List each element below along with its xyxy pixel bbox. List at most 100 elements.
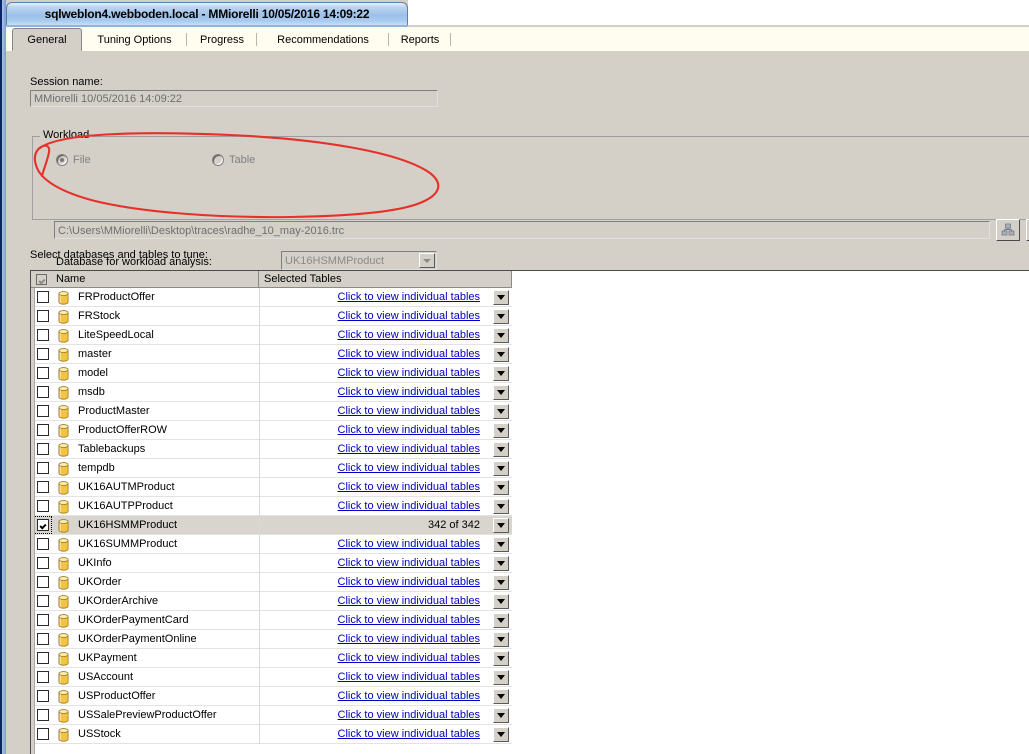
row-checkbox[interactable] — [37, 690, 49, 702]
view-individual-tables-link[interactable]: Click to view individual tables — [338, 329, 480, 341]
table-row[interactable]: LiteSpeedLocal Click to view individual t… — [31, 326, 512, 345]
table-row[interactable]: FRStock Click to view individual tables — [31, 307, 512, 326]
row-checkbox[interactable] — [37, 310, 49, 322]
view-individual-tables-link[interactable]: Click to view individual tables — [338, 348, 480, 360]
row-checkbox[interactable] — [37, 519, 49, 531]
radio-file[interactable]: File — [56, 154, 91, 166]
table-row[interactable]: UK16AUTMProduct Click to view individual … — [31, 478, 512, 497]
connection-properties-button[interactable] — [996, 219, 1020, 241]
table-row[interactable]: UKOrderArchive Click to view individual t… — [31, 592, 512, 611]
tab-progress[interactable]: Progress — [187, 29, 257, 50]
row-checkbox[interactable] — [37, 709, 49, 721]
table-row[interactable]: UK16HSMMProduct 342 of 342 — [31, 516, 512, 535]
row-dropdown-button[interactable] — [493, 537, 509, 552]
row-checkbox[interactable] — [37, 462, 49, 474]
view-individual-tables-link[interactable]: Click to view individual tables — [338, 595, 480, 607]
view-individual-tables-link[interactable]: Click to view individual tables — [338, 728, 480, 740]
view-individual-tables-link[interactable]: Click to view individual tables — [338, 576, 480, 588]
row-checkbox[interactable] — [37, 329, 49, 341]
row-dropdown-button[interactable] — [493, 499, 509, 514]
row-dropdown-button[interactable] — [493, 290, 509, 305]
view-individual-tables-link[interactable]: Click to view individual tables — [338, 633, 480, 645]
view-individual-tables-link[interactable]: Click to view individual tables — [338, 424, 480, 436]
view-individual-tables-link[interactable]: Click to view individual tables — [338, 481, 480, 493]
row-dropdown-button[interactable] — [493, 385, 509, 400]
radio-table[interactable]: Table — [212, 154, 255, 166]
table-row[interactable]: msdb Click to view individual tables — [31, 383, 512, 402]
table-row[interactable]: USStock Click to view individual tables — [31, 725, 512, 744]
row-checkbox[interactable] — [37, 652, 49, 664]
tab-recommendations[interactable]: Recommendations — [257, 29, 389, 50]
row-dropdown-button[interactable] — [493, 309, 509, 324]
table-row[interactable]: UKOrder Click to view individual tables — [31, 573, 512, 592]
view-individual-tables-link[interactable]: Click to view individual tables — [338, 614, 480, 626]
row-checkbox[interactable] — [37, 576, 49, 588]
row-checkbox[interactable] — [37, 291, 49, 303]
row-dropdown-button[interactable] — [493, 366, 509, 381]
row-checkbox[interactable] — [37, 481, 49, 493]
row-checkbox[interactable] — [37, 500, 49, 512]
view-individual-tables-link[interactable]: Click to view individual tables — [338, 500, 480, 512]
database-for-analysis-combobox[interactable]: UK16HSMMProduct — [281, 251, 437, 270]
row-dropdown-button[interactable] — [493, 594, 509, 609]
table-row[interactable]: UKOrderPaymentOnline Click to view indivi… — [31, 630, 512, 649]
tab-general[interactable]: General — [12, 28, 82, 51]
tab-reports[interactable]: Reports — [389, 29, 451, 50]
row-dropdown-button[interactable] — [493, 651, 509, 666]
row-dropdown-button[interactable] — [493, 708, 509, 723]
row-dropdown-button[interactable] — [493, 442, 509, 457]
row-dropdown-button[interactable] — [493, 613, 509, 628]
view-individual-tables-link[interactable]: Click to view individual tables — [338, 690, 480, 702]
row-dropdown-button[interactable] — [493, 328, 509, 343]
table-row[interactable]: FRProductOffer Click to view individual t… — [31, 288, 512, 307]
grid-header-selected-tables[interactable]: Selected Tables — [259, 271, 512, 288]
view-individual-tables-link[interactable]: Click to view individual tables — [338, 367, 480, 379]
table-row[interactable]: USSalePreviewProductOffer Click to view i… — [31, 706, 512, 725]
view-individual-tables-link[interactable]: Click to view individual tables — [338, 709, 480, 721]
table-row[interactable]: UKInfo Click to view individual tables — [31, 554, 512, 573]
view-individual-tables-link[interactable]: Click to view individual tables — [338, 538, 480, 550]
row-checkbox[interactable] — [37, 595, 49, 607]
view-individual-tables-link[interactable]: Click to view individual tables — [338, 462, 480, 474]
select-all-checkbox[interactable] — [36, 273, 47, 285]
table-row[interactable]: UK16SUMMProduct Click to view individual … — [31, 535, 512, 554]
row-checkbox[interactable] — [37, 538, 49, 550]
row-checkbox[interactable] — [37, 424, 49, 436]
row-dropdown-button[interactable] — [493, 480, 509, 495]
table-row[interactable]: USProductOffer Click to view individual t… — [31, 687, 512, 706]
row-checkbox[interactable] — [37, 728, 49, 740]
row-checkbox[interactable] — [37, 367, 49, 379]
view-individual-tables-link[interactable]: Click to view individual tables — [338, 291, 480, 303]
row-dropdown-button[interactable] — [493, 575, 509, 590]
table-row[interactable]: UKPayment Click to view individual tables — [31, 649, 512, 668]
view-individual-tables-link[interactable]: Click to view individual tables — [338, 405, 480, 417]
table-row[interactable]: ProductMaster Click to view individual ta… — [31, 402, 512, 421]
row-dropdown-button[interactable] — [493, 727, 509, 742]
view-individual-tables-link[interactable]: Click to view individual tables — [338, 386, 480, 398]
table-row[interactable]: UKOrderPaymentCard Click to view individu… — [31, 611, 512, 630]
tab-tuning-options[interactable]: Tuning Options — [82, 29, 187, 50]
window-title-tab[interactable]: sqlweblon4.webboden.local - MMiorelli 10… — [6, 2, 408, 26]
row-checkbox[interactable] — [37, 557, 49, 569]
table-row[interactable]: ProductOfferROW Click to view individual … — [31, 421, 512, 440]
row-checkbox[interactable] — [37, 405, 49, 417]
row-dropdown-button[interactable] — [493, 670, 509, 685]
row-checkbox[interactable] — [37, 671, 49, 683]
row-dropdown-button[interactable] — [493, 689, 509, 704]
row-dropdown-button[interactable] — [493, 423, 509, 438]
view-individual-tables-link[interactable]: Click to view individual tables — [338, 443, 480, 455]
row-checkbox[interactable] — [37, 348, 49, 360]
row-checkbox[interactable] — [37, 386, 49, 398]
table-row[interactable]: master Click to view individual tables — [31, 345, 512, 364]
row-dropdown-button[interactable] — [493, 404, 509, 419]
row-dropdown-button[interactable] — [493, 632, 509, 647]
view-individual-tables-link[interactable]: Click to view individual tables — [338, 652, 480, 664]
view-individual-tables-link[interactable]: Click to view individual tables — [338, 557, 480, 569]
workload-file-path-input[interactable]: C:\Users\MMiorelli\Desktop\traces\radhe_… — [54, 221, 990, 239]
row-checkbox[interactable] — [37, 443, 49, 455]
row-checkbox[interactable] — [37, 614, 49, 626]
combobox-dropdown-button[interactable] — [419, 253, 435, 268]
row-checkbox[interactable] — [37, 633, 49, 645]
view-individual-tables-link[interactable]: Click to view individual tables — [338, 310, 480, 322]
table-row[interactable]: USAccount Click to view individual tables — [31, 668, 512, 687]
